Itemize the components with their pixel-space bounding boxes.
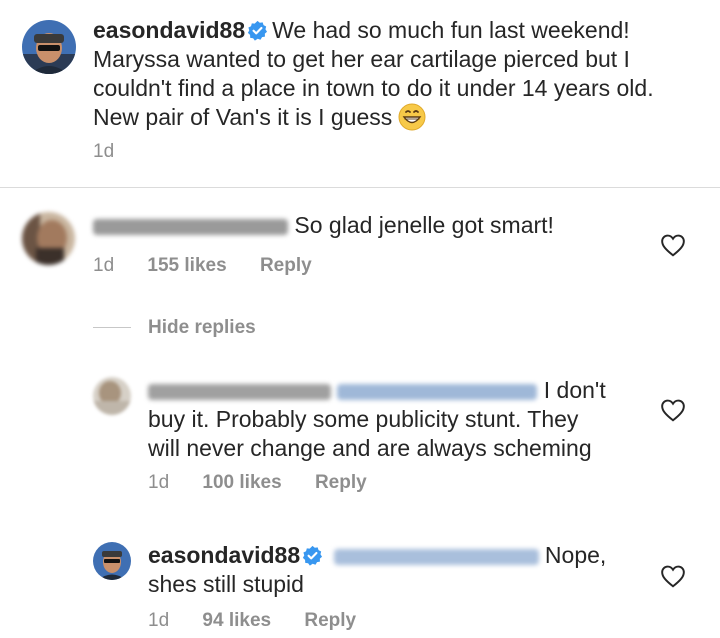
- verified-badge-icon: [303, 545, 323, 566]
- reply-avatar[interactable]: [93, 542, 131, 580]
- reply-text-line-1: easondavid88 Nope,: [148, 542, 607, 568]
- reply-text-line-2: shes still stupid: [148, 571, 304, 597]
- reply-body: easondavid88 Nope, shes still stupid: [148, 541, 668, 599]
- comment-meta: 1d 155 likes Reply: [93, 255, 312, 277]
- post-avatar[interactable]: [22, 20, 76, 74]
- like-heart-icon[interactable]: [660, 233, 686, 257]
- avatar-photo: [22, 20, 76, 74]
- reply-likes[interactable]: 100 likes: [202, 472, 281, 493]
- hide-replies-button[interactable]: Hide replies: [148, 317, 256, 339]
- post-username[interactable]: easondavid88: [93, 17, 245, 43]
- avatar-photo: [93, 542, 131, 580]
- comment-reply-button[interactable]: Reply: [260, 255, 312, 276]
- reply-timestamp: 1d: [148, 472, 170, 493]
- reply-meta: 1d 94 likes Reply: [148, 610, 356, 632]
- verified-badge-icon: [248, 20, 268, 41]
- comment-text: So glad jenelle got smart!: [294, 212, 554, 238]
- reply-meta: 1d 100 likes Reply: [148, 472, 367, 494]
- blurred-username[interactable]: [148, 383, 331, 400]
- blurred-username[interactable]: [93, 218, 288, 235]
- like-heart-icon[interactable]: [660, 564, 686, 588]
- reply-body: I don't buy it. Probably some publicity …: [148, 376, 668, 463]
- post-timestamp: 1d: [93, 141, 115, 162]
- reply-text-line-3: will never change and are always schemin…: [148, 435, 592, 461]
- reply-likes[interactable]: 94 likes: [202, 610, 271, 631]
- blurred-avatar-photo: [93, 377, 131, 415]
- hide-replies-label: Hide replies: [148, 317, 256, 338]
- reply-reply-button[interactable]: Reply: [315, 472, 367, 493]
- like-heart-icon[interactable]: [660, 398, 686, 422]
- blurred-mention[interactable]: [333, 548, 539, 565]
- comment-body: So glad jenelle got smart!: [93, 211, 683, 240]
- reply-reply-button[interactable]: Reply: [304, 610, 356, 631]
- reply-username[interactable]: easondavid88: [148, 542, 300, 568]
- section-divider: [0, 187, 720, 188]
- hide-replies-line: [93, 327, 131, 328]
- reply-timestamp: 1d: [148, 610, 170, 631]
- blurred-mention[interactable]: [337, 383, 538, 400]
- comment-timestamp: 1d: [93, 255, 115, 276]
- reply-text-line-2: buy it. Probably some publicity stunt. T…: [148, 406, 579, 432]
- reply-text-line-1: I don't: [148, 376, 668, 405]
- reply-avatar[interactable]: [93, 377, 131, 415]
- comment-likes[interactable]: 155 likes: [147, 255, 226, 276]
- comment-avatar[interactable]: [22, 212, 75, 265]
- blurred-avatar-photo: [22, 212, 75, 265]
- post-caption: easondavid88 We had so much fun last wee…: [93, 16, 693, 132]
- grinning-face-emoji-icon: [398, 103, 426, 131]
